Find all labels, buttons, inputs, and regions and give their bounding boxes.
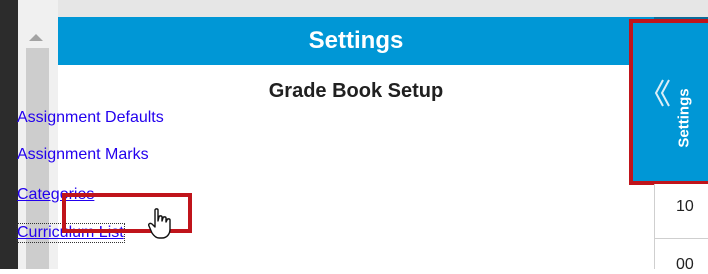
settings-side-label: Settings (675, 88, 693, 148)
table-cell: 00 (676, 256, 694, 273)
table-row-divider (654, 238, 708, 239)
curriculum-list-link[interactable]: Curriculum List (16, 223, 125, 243)
assignment-defaults-link[interactable]: Assignment Defaults (17, 109, 164, 127)
table-cell: 10 (676, 198, 694, 215)
settings-title: Settings (308, 27, 404, 54)
window-left-edge (0, 0, 18, 269)
double-chevron-left-icon[interactable] (654, 78, 670, 108)
grade-book-setup-heading: Grade Book Setup (268, 80, 444, 102)
scroll-up-arrow-icon[interactable] (29, 34, 43, 41)
settings-header: Settings (58, 17, 654, 65)
top-band (58, 0, 708, 17)
hand-pointer-icon (148, 208, 171, 239)
assignment-marks-link[interactable]: Assignment Marks (17, 146, 149, 164)
settings-side-tab[interactable] (632, 20, 708, 184)
categories-link[interactable]: Categories (17, 186, 94, 204)
